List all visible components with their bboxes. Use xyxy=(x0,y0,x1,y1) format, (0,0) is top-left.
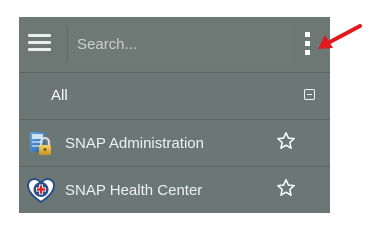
search-box[interactable] xyxy=(67,25,292,63)
group-header-all[interactable]: All xyxy=(19,73,330,120)
collapse-icon[interactable] xyxy=(304,89,315,100)
hamburger-menu-icon[interactable] xyxy=(28,34,51,52)
app-navigation-panel: All xyxy=(19,17,330,213)
health-cross-icon xyxy=(26,176,56,206)
more-options-icon[interactable] xyxy=(301,32,313,58)
item-label: SNAP Health Center xyxy=(65,182,203,199)
group-label: All xyxy=(51,87,68,104)
red-arrow-annotation-icon xyxy=(318,24,362,49)
search-input[interactable] xyxy=(67,25,292,63)
item-label: SNAP Administration xyxy=(65,135,204,152)
favorite-star-icon[interactable] xyxy=(276,131,296,151)
panel-header xyxy=(19,17,330,73)
list-item-snap-health-center[interactable]: SNAP Health Center xyxy=(19,167,330,213)
admin-lock-icon xyxy=(26,129,56,159)
favorite-star-icon[interactable] xyxy=(276,178,296,198)
list-item-snap-administration[interactable]: SNAP Administration xyxy=(19,120,330,167)
